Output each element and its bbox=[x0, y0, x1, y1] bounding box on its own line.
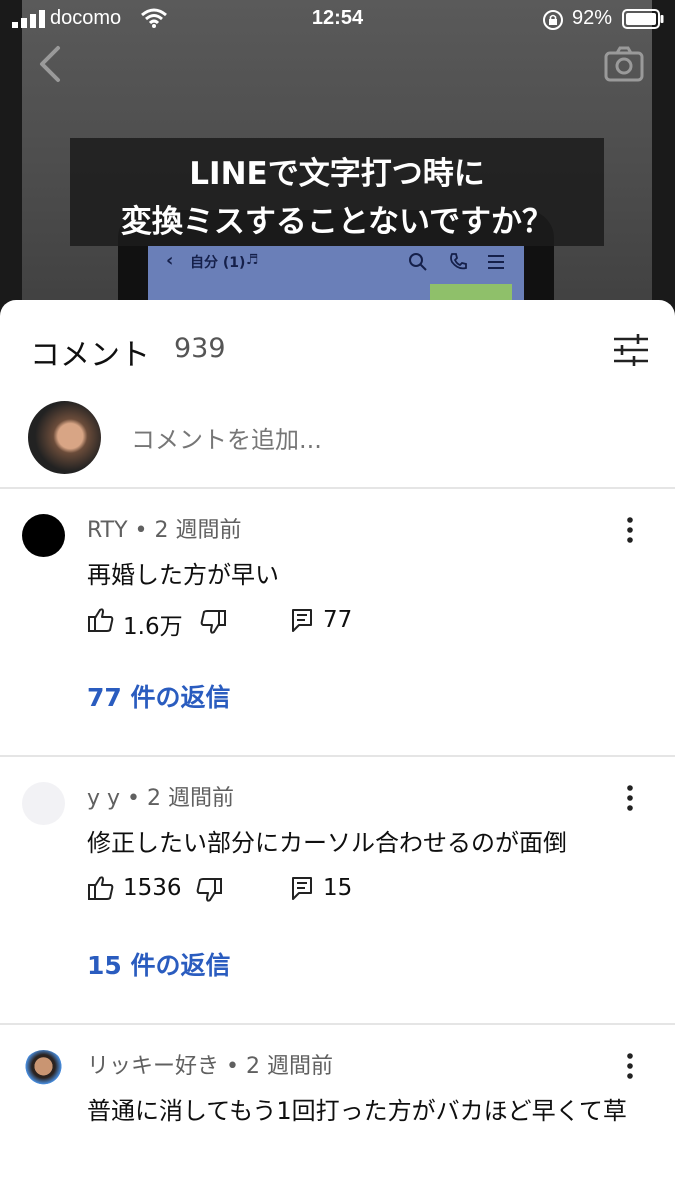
comment-item: y y • 2 週間前 修正したい部分にカーソル合わせるのが面倒 1536 15… bbox=[0, 764, 675, 1024]
comment-avatar[interactable] bbox=[22, 782, 65, 825]
chat-title: 自分 (1) bbox=[190, 255, 246, 271]
music-note-icon: ♬ bbox=[246, 252, 259, 268]
my-avatar bbox=[28, 401, 101, 474]
view-replies-link[interactable]: 77 件の返信 bbox=[87, 678, 231, 714]
reply-icon[interactable] bbox=[290, 875, 314, 905]
like-icon[interactable] bbox=[87, 606, 115, 638]
video-caption: LINEで文字打つ時に 変換ミスすることないですか？ bbox=[70, 138, 604, 246]
comment-avatar[interactable] bbox=[22, 1050, 65, 1093]
divider bbox=[0, 487, 675, 489]
chat-search-icon bbox=[408, 252, 428, 276]
comments-sheet: コメント 939 コメントを追加... RTY • 2 週間前 再婚した方が早い… bbox=[0, 300, 675, 1200]
view-replies-link[interactable]: 15 件の返信 bbox=[87, 946, 231, 982]
video-player[interactable]: ‹ 自分 (1) ♬ LINEで文字打つ時に 変換ミスすることないですか？ bbox=[0, 0, 675, 330]
comment-item: RTY • 2 週間前 再婚した方が早い 1.6万 77 77 件の返信 bbox=[0, 496, 675, 756]
more-options-icon[interactable] bbox=[620, 1052, 640, 1084]
chat-menu-icon bbox=[486, 252, 506, 276]
comment-time: 2 週間前 bbox=[147, 786, 235, 811]
camera-icon[interactable] bbox=[604, 46, 644, 86]
status-bar: docomo 12:54 92% bbox=[0, 0, 675, 38]
like-icon[interactable] bbox=[87, 874, 115, 906]
comments-title: コメント bbox=[30, 338, 150, 373]
divider bbox=[0, 1023, 675, 1025]
chat-phone-icon bbox=[448, 252, 468, 276]
comment-time: 2 週間前 bbox=[245, 1054, 333, 1079]
comment-meta: リッキー好き • 2 週間前 bbox=[87, 1054, 333, 1079]
more-options-icon[interactable] bbox=[620, 516, 640, 548]
comment-meta: y y • 2 週間前 bbox=[87, 786, 235, 811]
rotation-lock-icon bbox=[542, 9, 564, 37]
comment-author[interactable]: y y bbox=[87, 786, 120, 811]
comment-actions: 1536 15 bbox=[87, 874, 487, 904]
comment-actions: 1.6万 77 bbox=[87, 606, 487, 640]
back-icon[interactable] bbox=[36, 44, 64, 88]
reply-icon[interactable] bbox=[290, 607, 314, 637]
comment-author[interactable]: RTY bbox=[87, 518, 128, 543]
chat-back-icon: ‹ bbox=[166, 250, 174, 271]
comment-avatar[interactable] bbox=[22, 514, 65, 557]
caption-line-2: 変換ミスすることないですか？ bbox=[120, 204, 554, 240]
dislike-icon[interactable] bbox=[195, 876, 223, 908]
comment-time: 2 週間前 bbox=[154, 518, 242, 543]
like-count: 1536 bbox=[123, 875, 182, 901]
caption-line-1: LINEで文字打つ時に bbox=[189, 156, 485, 192]
comment-text: 修正したい部分にカーソル合わせるのが面倒 bbox=[87, 829, 567, 857]
dislike-icon[interactable] bbox=[199, 608, 227, 640]
like-count: 1.6万 bbox=[123, 614, 183, 640]
sort-filter-icon[interactable] bbox=[612, 334, 650, 370]
chat-header: ‹ 自分 (1) ♬ bbox=[160, 250, 516, 276]
reply-count: 15 bbox=[323, 875, 353, 901]
comment-meta: RTY • 2 週間前 bbox=[87, 518, 242, 543]
comment-text: 再婚した方が早い bbox=[87, 561, 279, 589]
battery-percent: 92% bbox=[572, 7, 613, 29]
divider bbox=[0, 755, 675, 757]
comment-item: リッキー好き • 2 週間前 普通に消してもう1回打った方がバカほど早くて草 bbox=[0, 1032, 675, 1200]
add-comment-input[interactable]: コメントを追加... bbox=[131, 420, 322, 455]
more-options-icon[interactable] bbox=[620, 784, 640, 816]
reply-count: 77 bbox=[323, 607, 353, 633]
comment-author[interactable]: リッキー好き bbox=[87, 1054, 219, 1079]
comment-text: 普通に消してもう1回打った方がバカほど早くて草 bbox=[87, 1097, 627, 1125]
battery-icon bbox=[622, 9, 664, 35]
comments-count: 939 bbox=[174, 333, 226, 364]
